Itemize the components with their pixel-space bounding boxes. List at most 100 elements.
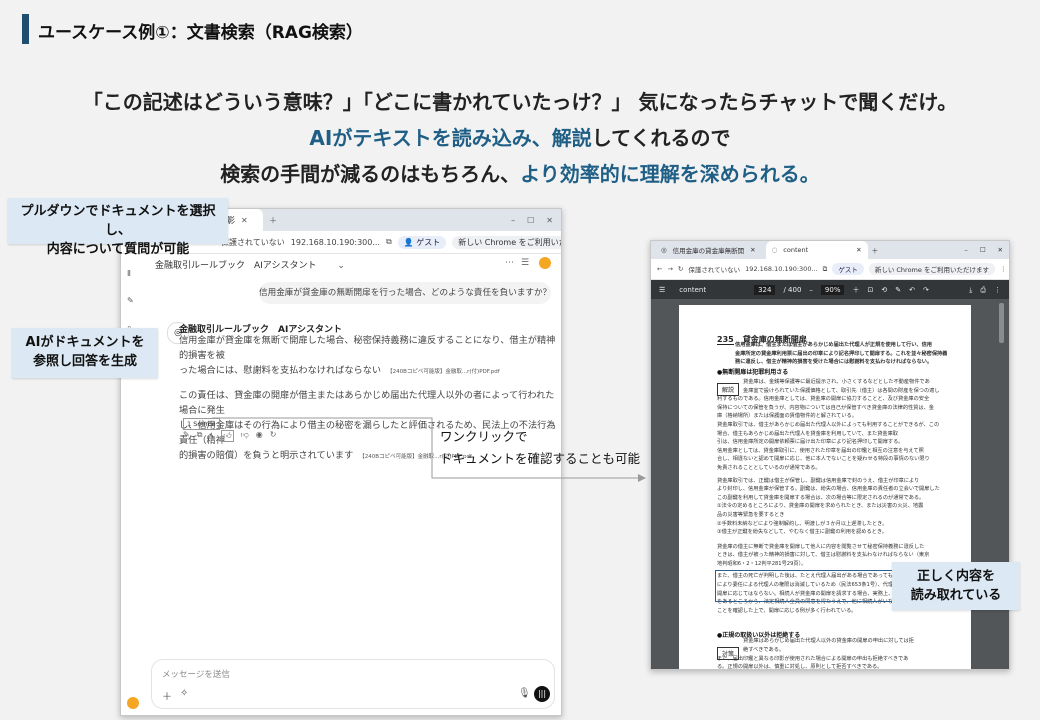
plus-icon[interactable]: ＋ bbox=[162, 688, 172, 703]
pdf-tab-2[interactable]: ◌ content ✕ bbox=[765, 241, 868, 259]
pdf-body-line: 品の災害等緊急を要するとき bbox=[717, 511, 785, 518]
headline-line-1-text: 「この記述はどういう意味？」「どこに書かれていたっけ？」 気になったらチャットで… bbox=[82, 90, 958, 114]
avatar[interactable] bbox=[539, 257, 551, 269]
new-tab-icon[interactable]: ＋ bbox=[872, 245, 879, 255]
redo-icon[interactable]: ↷ bbox=[923, 286, 929, 294]
rotate-icon[interactable]: ⟲ bbox=[881, 286, 887, 294]
reload-icon[interactable]: ↻ bbox=[678, 265, 683, 273]
zoom-in-icon[interactable]: ＋ bbox=[852, 285, 859, 295]
document-dropdown[interactable]: 金融取引ルールブック AIアシスタント ⌄ bbox=[155, 258, 345, 271]
taisaku-label: 対策 bbox=[717, 647, 740, 660]
answer-line: った場合には、慰謝料を支払わなければならない 【240Bコピペ可能版】金融取...… bbox=[179, 363, 559, 380]
bullet-heading-1: ●無断開扉は犯罪利用さる bbox=[717, 369, 789, 376]
user-avatar[interactable] bbox=[127, 697, 139, 709]
undo-icon[interactable]: ↶ bbox=[909, 286, 915, 294]
microphone-icon[interactable]: 🎙︎ bbox=[518, 688, 531, 699]
source-citation-tag[interactable]: 【240Bコピペ可能版】金融取...r(付)PDF.pdf bbox=[387, 369, 500, 375]
minimize-icon[interactable]: – bbox=[964, 246, 967, 254]
pdf-tab-2-label: content bbox=[783, 246, 809, 254]
back-icon[interactable]: ← bbox=[657, 265, 662, 273]
url-text[interactable]: 192.168.10.190:300... bbox=[291, 238, 380, 247]
zoom-out-icon[interactable]: – bbox=[809, 286, 813, 294]
url-insecure-label[interactable]: 保護されていない bbox=[688, 264, 740, 274]
pdf-body-line: より封印し、信用金庫が保管する。副鍵は、紛失の場合、信用金庫の責任者の立会いで開… bbox=[717, 486, 940, 493]
pdf-body-line: ときは、借主が被った精神的損害に対して、借主は慰謝料を支払わなければならない（東… bbox=[717, 552, 930, 559]
chrome-update-button[interactable]: 新しい Chrome をご利用いただけます bbox=[452, 235, 561, 249]
more-icon[interactable]: ⋮ bbox=[994, 286, 1001, 294]
page-total: / 400 bbox=[783, 286, 802, 294]
headline-line-2-b: 解説 bbox=[551, 126, 592, 150]
profile-guest-button[interactable]: ゲスト bbox=[832, 263, 864, 275]
callout-dropdown: プルダウンでドキュメントを選択し、 内容について質問が可能 bbox=[8, 198, 228, 257]
taisaku-tag: 対策 bbox=[717, 641, 745, 660]
pdf-scrollbar[interactable] bbox=[999, 303, 1004, 343]
document-dropdown-label: 金融取引ルールブック AIアシスタント bbox=[155, 261, 317, 271]
pdf-body-line: る。正規の開扉以外は、慎重に対処し、原則として拒否すべきである。 bbox=[717, 664, 883, 669]
pdf-url-bar: ← → ↻ 保護されていない 192.168.10.190:300... ⧉ ゲ… bbox=[651, 259, 1009, 280]
settings-sliders-icon[interactable]: ☰ bbox=[521, 258, 529, 268]
headline-line-3-b: より効率的に理解を深められる。 bbox=[520, 162, 820, 186]
pdf-tab-1[interactable]: ◎ 信用金庫の貸金庫無断開 ✕ bbox=[655, 241, 762, 259]
pdf-body-line: また、届出印鑑と異なる印影が使用された場合による開扉の申出も拒絶すべきであ bbox=[717, 655, 909, 662]
fit-page-icon[interactable]: ⊡ bbox=[867, 286, 873, 294]
message-input-placeholder: メッセージを送信 bbox=[162, 670, 230, 680]
new-tab-icon[interactable]: ＋ bbox=[269, 215, 277, 226]
tools-icon[interactable]: ✧ bbox=[180, 688, 188, 699]
close-icon[interactable]: ✕ bbox=[856, 246, 861, 254]
pdf-tab-1-label: 信用金庫の貸金庫無断開 bbox=[672, 247, 745, 255]
headline-line-2-a: AIがテキストを読み込み、 bbox=[309, 126, 552, 150]
pdf-tab-bar: ◎ 信用金庫の貸金庫無断開 ✕ ◌ content ✕ ＋ – ☐ ✕ bbox=[651, 241, 1009, 259]
answer-text: った場合には、慰謝料を支払わなければならない bbox=[179, 365, 382, 376]
page-number-input[interactable]: 324 bbox=[754, 285, 776, 295]
edit-icon[interactable]: ✎ bbox=[127, 296, 134, 305]
translate-icon[interactable]: ⧉ bbox=[386, 237, 392, 247]
headline-line-3-a: 検索の手間が減るのはもちろん、 bbox=[220, 162, 521, 186]
translate-icon[interactable]: ⧉ bbox=[823, 265, 828, 274]
url-text[interactable]: 192.168.10.190:300... bbox=[745, 265, 817, 273]
pdf-body-line: 場合、借主もあらかじめ届出た代理人を貸金庫を利用していて、また貸金庫取 bbox=[717, 430, 898, 437]
guest-label: ゲスト bbox=[416, 237, 441, 247]
pdf-body-line: 免責されることとしているのが通常である。 bbox=[717, 464, 821, 471]
pdf-body-line: この副鍵を利用して貸金庫を開扉する場合は、次の場合等に限定されるのが通常である。 bbox=[717, 494, 925, 501]
zoom-input[interactable]: 90% bbox=[820, 285, 845, 295]
callout-one-click: ワンクリックで ドキュメントを確認することも可能 bbox=[440, 429, 641, 466]
page-title: ユースケース例①：文書検索（RAG検索） bbox=[38, 23, 363, 43]
headline-line-2-c: してくれるので bbox=[591, 126, 731, 150]
forward-icon[interactable]: → bbox=[667, 265, 672, 273]
url-insecure-label[interactable]: 保護されていない bbox=[221, 237, 285, 248]
pdf-body-line: 信用金庫としては、貸金庫取引に、使用された印章を届出の印鑑と相互の注意を与えて照 bbox=[717, 447, 924, 454]
intro-line: 金庫所定の貸金庫利用票に届出の印章により記名押印して開扉する。これを並々秘密保持… bbox=[735, 350, 948, 357]
maximize-icon[interactable]: ☐ bbox=[527, 216, 534, 225]
window-close-icon[interactable]: ✕ bbox=[546, 216, 553, 225]
pdf-body-line: ②手数料未納などにより強制解約し、明渡しが３か月以上遅滞したとき。 bbox=[717, 520, 888, 527]
maximize-icon[interactable]: ☐ bbox=[980, 246, 986, 254]
guest-icon: 👤 bbox=[403, 237, 417, 247]
close-icon[interactable]: ✕ bbox=[750, 246, 755, 254]
download-icon[interactable]: ⤓ bbox=[969, 286, 972, 295]
window-close-icon[interactable]: ✕ bbox=[998, 246, 1003, 254]
pdf-body-line: 利するものである。信用金庫としては、貸金庫の開扉に協力することと、及び貸金庫の安… bbox=[717, 396, 930, 403]
edit-icon[interactable]: ✎ bbox=[183, 430, 190, 442]
headline-line-2: AIがテキストを読み込み、解説してくれるので bbox=[0, 122, 1040, 151]
pdf-body-text: 貸金庫は、金銭等保護等に最近提示され、小さくするなどとした不動産物件であ 金庫室で… bbox=[717, 378, 947, 669]
chrome-update-button[interactable]: 新しい Chrome をご利用いただけます bbox=[868, 263, 995, 275]
minimize-icon[interactable]: – bbox=[511, 216, 515, 225]
voice-mode-icon[interactable]: ||| bbox=[534, 686, 550, 702]
sidebar-toggle-icon[interactable]: Ⅱ bbox=[127, 269, 131, 278]
profile-guest-button[interactable]: 👤 ゲスト bbox=[397, 235, 447, 249]
menu-icon[interactable]: ☰ bbox=[659, 286, 665, 294]
print-icon[interactable]: ⎙ bbox=[980, 286, 986, 295]
more-icon[interactable]: ⋯ bbox=[505, 258, 514, 268]
pdf-body-line: 絶すべきである。 bbox=[743, 647, 785, 654]
message-input-box[interactable]: メッセージを送信 ＋ ✧ 🎙︎ ||| bbox=[151, 659, 555, 709]
pdf-viewer-area[interactable]: 235 貸金庫の無断開扉 信用金庫は、借主または借主があらかじめ届出た代理人が正… bbox=[651, 299, 1009, 669]
close-icon[interactable]: ✕ bbox=[241, 216, 248, 225]
headline-line-3: 検索の手間が減るのはもちろん、より効率的に理解を深められる。 bbox=[0, 158, 1040, 187]
intro-line: 信用金庫は、借主または借主があらかじめ届出た代理人が正規を使用して行い、信用 bbox=[735, 342, 932, 348]
pdf-body-line: 貸金庫は、金銭等保護等に最近提示され、小さくするなどとした不動産物件であ bbox=[743, 379, 930, 385]
globe-icon: ◌ bbox=[771, 246, 778, 254]
draw-icon[interactable]: ✎ bbox=[895, 286, 901, 294]
chat-tab-icon: ◎ bbox=[661, 246, 667, 254]
kebab-menu-icon[interactable]: ⋮ bbox=[1000, 265, 1007, 273]
header-accent-bar bbox=[22, 14, 29, 44]
